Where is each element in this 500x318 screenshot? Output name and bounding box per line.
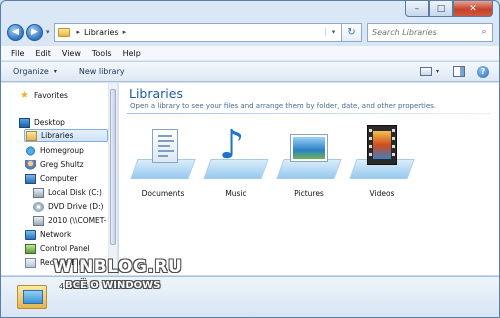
view-options-chevron-icon[interactable]: ▾: [436, 68, 439, 75]
minimize-button[interactable]: –: [405, 1, 429, 17]
nav-scrollbar-thumb[interactable]: [110, 89, 116, 245]
nav-label: Computer: [40, 174, 78, 183]
library-tile-documents[interactable]: Documents: [128, 123, 198, 203]
close-button[interactable]: ✕: [453, 1, 493, 17]
address-bar[interactable]: ▸ Libraries ▸ ▾: [53, 22, 342, 42]
pictures-icon: [291, 135, 327, 161]
libraries-folder-icon: [17, 285, 47, 309]
search-input[interactable]: [372, 27, 476, 37]
nav-scrollbar[interactable]: [108, 83, 117, 275]
network-drive-icon: [33, 215, 44, 226]
nav-item-dvd[interactable]: DVD Drive (D:): [33, 200, 103, 213]
hard-drive-icon: [33, 187, 44, 198]
nav-label: Greg Shultz: [40, 160, 84, 169]
library-tile-pictures[interactable]: Pictures: [274, 123, 344, 203]
star-icon: ★: [20, 89, 29, 101]
tile-base: [276, 159, 342, 179]
library-label: Documents: [141, 189, 185, 198]
menu-edit[interactable]: Edit: [35, 49, 51, 58]
forward-button[interactable]: ▶: [26, 23, 43, 41]
nav-label: Control Panel: [40, 244, 90, 253]
network-icon: [25, 229, 36, 240]
documents-icon: [152, 129, 178, 163]
header-divider: [127, 113, 491, 114]
menu-file[interactable]: File: [11, 49, 24, 58]
nav-item-computer[interactable]: Computer: [25, 172, 77, 185]
organize-label: Organize: [13, 67, 49, 76]
help-icon[interactable]: ?: [477, 65, 489, 78]
library-label: Music: [225, 189, 247, 198]
nav-label: Desktop: [34, 118, 65, 127]
nav-item-user[interactable]: Greg Shultz: [25, 158, 84, 171]
nav-label: Network: [40, 230, 72, 239]
command-bar-right: ▾ ?: [419, 65, 489, 78]
menu-view[interactable]: View: [62, 49, 81, 58]
menu-bar: File Edit View Tools Help: [1, 45, 499, 60]
address-separator-icon[interactable]: ▸: [77, 28, 81, 36]
caption-buttons: – □ ✕: [405, 1, 493, 17]
nav-item-homegroup[interactable]: Homegroup: [25, 144, 84, 157]
library-tile-videos[interactable]: Videos: [347, 123, 417, 203]
maximize-button[interactable]: □: [429, 1, 453, 17]
library-label: Videos: [369, 189, 395, 198]
control-panel-icon: [25, 243, 36, 254]
organize-button[interactable]: Organize ▾: [13, 67, 57, 76]
nav-label: 2010 (\\COMET-: [48, 216, 107, 225]
nav-label: Favorites: [34, 91, 68, 100]
folder-icon: [57, 27, 70, 37]
desktop-icon: [19, 117, 30, 128]
nav-label: DVD Drive (D:): [48, 202, 104, 211]
search-icon[interactable]: ⌕: [476, 27, 492, 37]
user-icon: [25, 159, 36, 170]
chevron-down-icon: ▾: [53, 68, 57, 75]
address-crumb-libraries[interactable]: Libraries: [84, 28, 119, 37]
homegroup-icon: [25, 145, 36, 156]
nav-label: Local Disk (C:): [48, 188, 102, 197]
nav-item-control-panel[interactable]: Control Panel: [25, 242, 90, 255]
nav-item-desktop[interactable]: Desktop: [19, 116, 65, 129]
command-bar: Organize ▾ New library ▾ ?: [1, 61, 499, 82]
nav-item-libraries[interactable]: Libraries: [24, 129, 108, 142]
page-title: Libraries: [129, 86, 183, 101]
libraries-icon: [26, 130, 37, 141]
watermark-subtitle: ВСЁ О WINDOWS: [65, 280, 161, 291]
address-dropdown-icon[interactable]: ▾: [325, 28, 341, 36]
address-chevron-icon[interactable]: ▸: [123, 28, 127, 36]
explorer-window: – □ ✕ ◀ ▶ ▾ ▸ Libraries ▸ ▾ ↻ ⌕ File Edi…: [0, 0, 500, 318]
back-button[interactable]: ◀: [7, 23, 24, 41]
nav-item-local-disk[interactable]: Local Disk (C:): [33, 186, 102, 199]
film-strip-icon: [367, 125, 397, 165]
nav-item-network-share[interactable]: 2010 (\\COMET-: [33, 214, 106, 227]
menu-tools[interactable]: Tools: [92, 49, 112, 58]
nav-label: Libraries: [41, 131, 74, 140]
dvd-drive-icon: [33, 201, 44, 212]
computer-icon: [25, 173, 36, 184]
navigation-pane: ★ Favorites Desktop Libraries Homegroup …: [1, 83, 118, 275]
music-note-icon: ♪: [219, 122, 245, 168]
nav-label: Homegroup: [40, 146, 84, 155]
refresh-button[interactable]: ↻: [342, 22, 362, 42]
recycle-bin-icon: [25, 257, 36, 268]
page-subtitle: Open a library to see your files and arr…: [130, 102, 436, 110]
address-row: ◀ ▶ ▾ ▸ Libraries ▸ ▾ ↻ ⌕: [7, 21, 493, 43]
new-library-button[interactable]: New library: [79, 67, 125, 76]
content-pane: Libraries Open a library to see your fil…: [119, 83, 499, 275]
search-box[interactable]: ⌕: [367, 22, 493, 42]
preview-pane-icon[interactable]: [453, 66, 465, 77]
library-tile-music[interactable]: ♪ Music: [201, 123, 271, 203]
library-label: Pictures: [294, 189, 324, 198]
change-view-icon[interactable]: [419, 67, 432, 76]
watermark-title: WINBLOG.RU: [53, 257, 183, 277]
nav-item-favorites[interactable]: ★ Favorites: [19, 89, 68, 102]
nav-item-network[interactable]: Network: [25, 228, 71, 241]
history-dropdown-icon[interactable]: ▾: [46, 28, 50, 36]
menu-help[interactable]: Help: [123, 49, 141, 58]
